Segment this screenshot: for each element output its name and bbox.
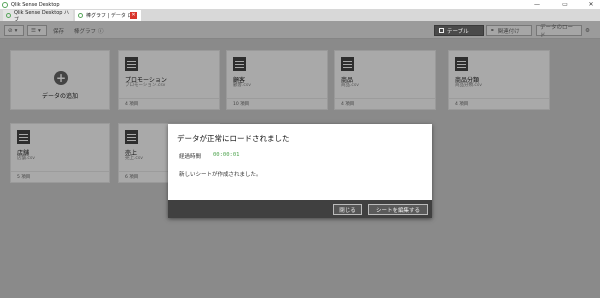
table-view-label: テーブル [447, 28, 469, 35]
field-count: 4 項目 [125, 102, 139, 107]
table-card-store[interactable]: 店舗 店舗.csv 5 項目 [10, 123, 110, 183]
add-data-label: データの追加 [41, 93, 78, 100]
app-name-label: 棒グラフ [74, 28, 97, 35]
field-count: 5 項目 [17, 175, 31, 180]
table-card-product[interactable]: 商品 商品.csv 4 項目 [334, 50, 436, 110]
table-icon [455, 57, 468, 71]
link-icon: ⚭ [490, 27, 495, 34]
table-card-footer: 5 項目 [11, 171, 109, 182]
table-icon [125, 57, 138, 71]
qlik-logo-icon [2, 1, 8, 8]
table-card-customer[interactable]: 顧客 顧客.csv 10 項目 [226, 50, 328, 110]
info-icon[interactable]: ⓘ [98, 27, 104, 35]
tab-hub[interactable]: Qlik Sense Desktop ハブ [3, 10, 73, 23]
save-button[interactable]: 保存 [53, 25, 64, 36]
table-card-footer: 4 項目 [449, 98, 549, 109]
table-source: 顧客.csv [233, 83, 251, 88]
table-card-footer: 4 項目 [119, 98, 219, 109]
dialog-message: 新しいシートが作成されました。 [179, 172, 262, 178]
table-source: 商品分類.csv [455, 83, 482, 88]
elapsed-time-label: 経過時間 [179, 154, 202, 160]
field-count: 10 項目 [233, 102, 250, 107]
table-card-footer: 10 項目 [227, 98, 327, 109]
table-card-category[interactable]: 商品分類 商品分類.csv 4 項目 [448, 50, 550, 110]
edit-sheet-button[interactable]: シートを編集する [368, 204, 428, 215]
minimize-button[interactable]: — [528, 0, 546, 9]
table-icon [233, 57, 246, 71]
table-source: 店舗.csv [17, 156, 35, 161]
add-icon: + [54, 71, 68, 85]
table-source: プロモーション.csv [125, 83, 166, 88]
maximize-button[interactable]: ▭ [556, 0, 574, 9]
window-title: Qlik Sense Desktop [11, 1, 60, 8]
settings-icon[interactable]: ⚙ [585, 25, 590, 36]
navigation-menu-button[interactable]: ⊘ ▾ [4, 25, 24, 36]
toolbar: ⊘ ▾ ☰ ▾ 保存 棒グラフ ⓘ テーブル ⚭ 関連付け データのロード ⚙ [0, 21, 600, 39]
field-count: 4 項目 [341, 102, 355, 107]
associations-button[interactable]: ⚭ 関連付け [486, 25, 532, 36]
dialog-footer: 閉じる シートを編集する [168, 200, 432, 218]
close-window-button[interactable]: ✕ [582, 0, 600, 9]
table-card-footer: 4 項目 [335, 98, 435, 109]
window-titlebar: Qlik Sense Desktop — ▭ ✕ [0, 0, 600, 9]
field-count: 4 項目 [455, 102, 469, 107]
table-icon [125, 130, 138, 144]
table-source: 売上.csv [125, 156, 143, 161]
table-icon [439, 28, 444, 33]
table-icon [341, 57, 354, 71]
tab-data-manager[interactable]: 棒グラフ | データ ロ... ✕ [75, 10, 141, 21]
chevron-down-icon: ▾ [14, 27, 18, 34]
close-tab-icon[interactable]: ✕ [130, 12, 137, 19]
field-count: 6 項目 [125, 175, 139, 180]
table-card-promotion[interactable]: プロモーション プロモーション.csv 4 項目 [118, 50, 220, 110]
chevron-down-icon: ▾ [37, 27, 41, 34]
dialog-title: データが正常にロードされました [177, 134, 290, 143]
qlik-tab-icon [6, 13, 11, 18]
list-icon: ☰ [31, 27, 36, 34]
qlik-tab-icon [78, 13, 83, 18]
global-menu-button[interactable]: ☰ ▾ [27, 25, 47, 36]
compass-icon: ⊘ [8, 27, 13, 34]
close-button[interactable]: 閉じる [333, 204, 362, 215]
associations-label: 関連付け [497, 28, 520, 35]
app-name: 棒グラフ ⓘ [74, 25, 104, 36]
tab-bar: Qlik Sense Desktop ハブ 棒グラフ | データ ロ... ✕ [0, 9, 600, 23]
table-icon [17, 130, 30, 144]
table-source: 商品.csv [341, 83, 359, 88]
elapsed-time-value: 00:00:01 [213, 152, 240, 158]
add-data-card[interactable]: + データの追加 [10, 50, 110, 110]
table-view-button[interactable]: テーブル [434, 25, 484, 36]
load-data-button[interactable]: データのロード [536, 25, 582, 39]
